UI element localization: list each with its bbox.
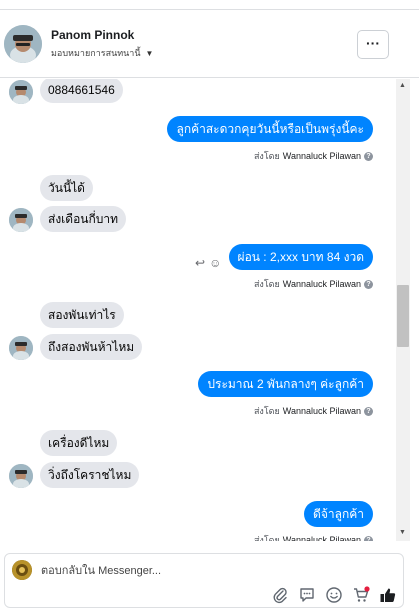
outgoing-message[interactable]: ลูกค้าสะดวกคุยวันนี้หรือเป็นพรุ่งนี้คะ: [167, 116, 373, 142]
outgoing-message[interactable]: ดีจ้าลูกค้า: [304, 501, 373, 527]
assign-conversation-label: มอบหมายการสนทนานี้: [51, 48, 141, 58]
scroll-down-arrow-icon[interactable]: ▼: [399, 529, 406, 536]
help-icon[interactable]: ?: [364, 151, 373, 161]
contact-message-avatar: [9, 336, 33, 360]
sent-by-prefix: ส่งโดย: [253, 279, 280, 289]
emoji-react-icon[interactable]: ☺: [209, 256, 221, 270]
composer-toolbar: [271, 586, 397, 604]
help-icon[interactable]: ?: [364, 406, 373, 416]
help-icon[interactable]: ?: [364, 279, 373, 289]
sent-by-label: ส่งโดย Wannaluck Pilawan ?: [254, 149, 373, 163]
incoming-message[interactable]: วิ่งถึงโคราชไหม: [40, 462, 140, 488]
sent-by-prefix: ส่งโดย: [253, 406, 280, 416]
sent-by-name: Wannaluck Pilawan: [282, 279, 361, 289]
contact-message-avatar: [9, 208, 33, 232]
scroll-up-arrow-icon[interactable]: ▲: [399, 82, 406, 89]
contact-avatar[interactable]: [4, 25, 42, 63]
sent-by-label: ส่งโดย Wannaluck Pilawan ?: [254, 404, 373, 418]
outgoing-message[interactable]: ประมาณ 2 พันกลางๆ ค่ะลูกค้า: [198, 371, 373, 397]
paperclip-icon[interactable]: [271, 586, 289, 604]
sent-by-name: Wannaluck Pilawan: [282, 406, 361, 416]
sent-by-name: Wannaluck Pilawan: [282, 151, 361, 161]
incoming-message[interactable]: 0884661546: [40, 79, 123, 103]
thumbs-up-icon[interactable]: [379, 586, 397, 604]
message-thread[interactable]: 0884661546 ลูกค้าสะดวกคุยวันนี้หรือเป็นพ…: [0, 79, 396, 541]
chevron-down-icon: ▼: [145, 48, 154, 58]
incoming-message[interactable]: วันนี้ได้: [40, 175, 93, 201]
sent-by-prefix: ส่งโดย: [253, 151, 280, 161]
assign-conversation-dropdown[interactable]: มอบหมายการสนทนานี้ ▼: [51, 46, 153, 60]
contact-message-avatar: [9, 80, 33, 104]
scrollbar-thumb[interactable]: [397, 285, 409, 347]
cart-icon[interactable]: [352, 586, 370, 604]
conversation-header: Panom Pinnok มอบหมายการสนทนานี้ ▼ ···: [0, 10, 419, 78]
reply-composer: [4, 553, 404, 608]
incoming-message[interactable]: สองพันเท่าไร: [40, 302, 124, 328]
sent-by-prefix: ส่งโดย: [253, 535, 280, 541]
message-actions: ↩ ☺: [195, 256, 221, 270]
incoming-message[interactable]: ถึงสองพันห้าไหม: [40, 334, 143, 360]
reply-icon[interactable]: ↩: [195, 256, 205, 270]
top-divider: [0, 0, 419, 10]
incoming-message[interactable]: ส่งเดือนกี่บาท: [40, 206, 127, 232]
message-input[interactable]: [41, 560, 341, 582]
sent-by-label: ส่งโดย Wannaluck Pilawan ?: [254, 533, 373, 541]
page-avatar: [12, 560, 32, 580]
messenger-conversation-panel: Panom Pinnok มอบหมายการสนทนานี้ ▼ ··· 08…: [0, 0, 419, 612]
sent-by-name: Wannaluck Pilawan: [282, 535, 361, 541]
help-icon[interactable]: ?: [364, 535, 373, 541]
comment-icon[interactable]: [298, 586, 316, 604]
more-options-button[interactable]: ···: [357, 30, 389, 59]
emoji-icon[interactable]: [325, 586, 343, 604]
contact-message-avatar: [9, 464, 33, 488]
outgoing-message[interactable]: ผ่อน : 2,xxx บาท 84 งวด: [228, 244, 373, 270]
contact-name[interactable]: Panom Pinnok: [51, 28, 134, 42]
incoming-message[interactable]: เครื่องดีไหม: [40, 430, 118, 456]
thread-scrollbar[interactable]: ▲ ▼: [396, 79, 410, 541]
sent-by-label: ส่งโดย Wannaluck Pilawan ?: [254, 277, 373, 291]
